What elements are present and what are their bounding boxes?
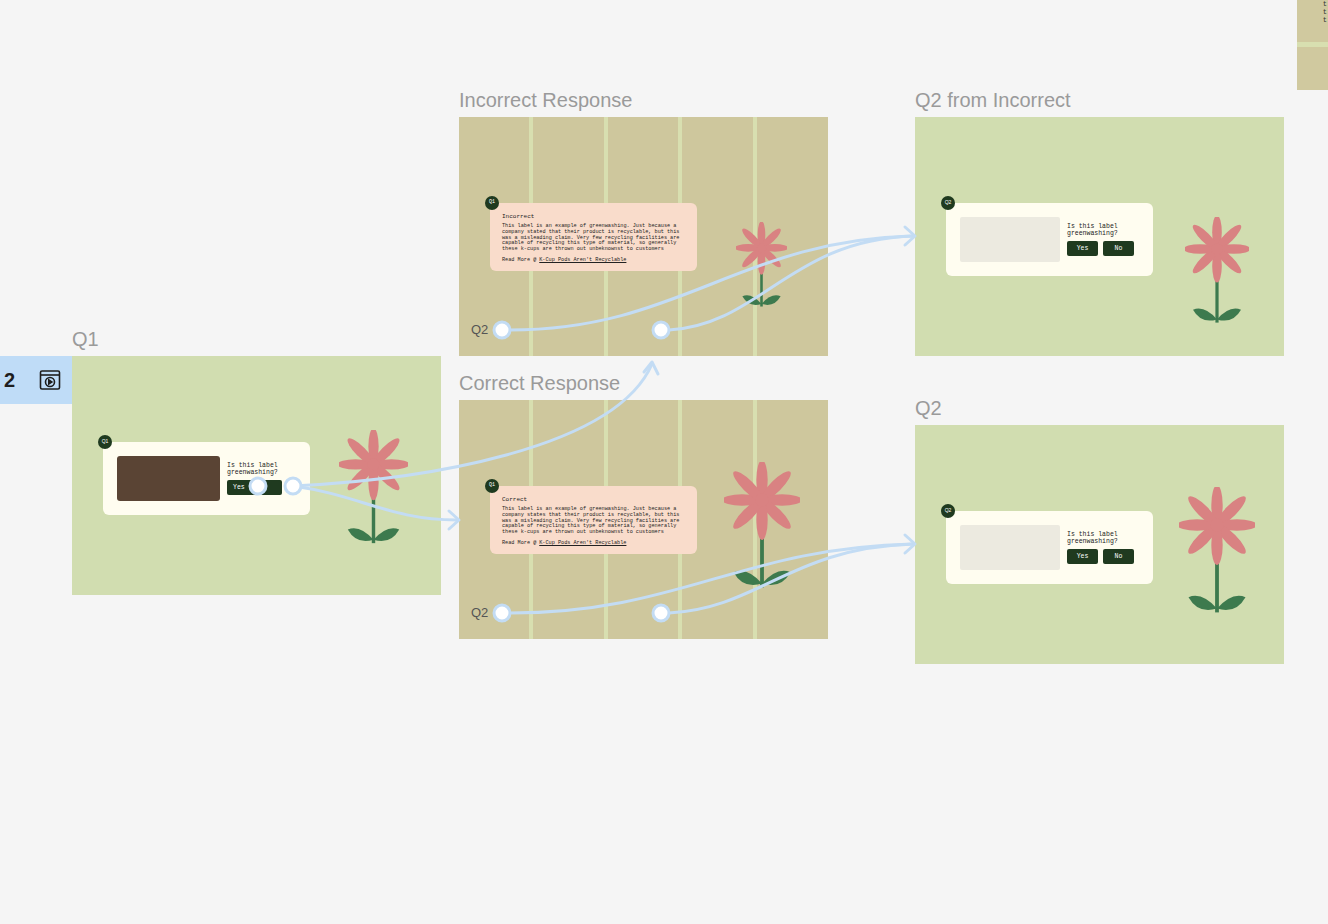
question-card: Q2Is this label greenwashing?YesNo bbox=[946, 203, 1153, 276]
response-body: This label is an example of greenwashing… bbox=[502, 507, 685, 536]
link-prefix: Read More @ bbox=[502, 540, 536, 546]
flower-icon bbox=[339, 430, 408, 550]
canvas[interactable]: 2 ttt Q1 Q1 Is this label greenwashing? Yes In… bbox=[0, 0, 1328, 924]
hotspot-icon[interactable] bbox=[250, 478, 266, 494]
flower-icon bbox=[736, 222, 787, 312]
question-badge: Q1 bbox=[485, 196, 499, 210]
flower-icon bbox=[1179, 487, 1255, 620]
answer-button[interactable]: Yes bbox=[1067, 549, 1098, 564]
prototype-frame[interactable]: Incorrect ResponseQ1IncorrectThis label … bbox=[459, 117, 828, 356]
flow-number: 2 bbox=[4, 365, 15, 395]
link-prefix: Read More @ bbox=[502, 257, 536, 263]
prototype-frame[interactable]: Q2Q2Is this label greenwashing?YesNo bbox=[915, 425, 1284, 664]
response-card: Q1IncorrectThis label is an example of g… bbox=[490, 203, 697, 271]
question-card: Q1Is this label greenwashing?Yes bbox=[103, 442, 310, 515]
response-heading: Incorrect bbox=[502, 213, 685, 220]
flower-icon bbox=[724, 462, 800, 595]
hotspot-icon[interactable] bbox=[653, 605, 669, 621]
next-label: Q2 bbox=[471, 322, 488, 338]
question-card: Q2Is this label greenwashing?YesNo bbox=[946, 511, 1153, 584]
hotspot-icon[interactable] bbox=[494, 322, 510, 338]
answer-button[interactable]: No bbox=[1103, 549, 1134, 564]
play-frame-icon bbox=[38, 368, 62, 392]
logo-collage bbox=[960, 525, 1060, 570]
edge-text: t bbox=[1323, 16, 1327, 24]
answer-button[interactable]: No bbox=[1103, 241, 1134, 256]
question-badge: Q1 bbox=[485, 479, 499, 493]
prototype-frame[interactable]: Q2 from IncorrectQ2Is this label greenwa… bbox=[915, 117, 1284, 356]
question-badge: Q1 bbox=[98, 435, 112, 449]
question-badge: Q2 bbox=[941, 504, 955, 518]
read-more-link[interactable]: K-Cup Pods Aren't Recyclable bbox=[539, 540, 626, 546]
question-text: Is this label greenwashing? bbox=[1067, 531, 1129, 545]
edge-text: t bbox=[1323, 0, 1327, 8]
hotspot-icon[interactable] bbox=[285, 478, 301, 494]
response-body: This label is an example of greenwashing… bbox=[502, 224, 685, 253]
flow-start-tag[interactable]: 2 bbox=[0, 356, 72, 404]
logo-collage bbox=[960, 217, 1060, 262]
next-label: Q2 bbox=[471, 605, 488, 621]
question-text: Is this label greenwashing? bbox=[1067, 223, 1129, 237]
edge-text: t bbox=[1323, 8, 1327, 16]
flower-icon bbox=[1185, 217, 1249, 329]
frame-label: Incorrect Response bbox=[459, 87, 632, 113]
edge-frame: ttt bbox=[1297, 0, 1328, 90]
question-text: Is this label greenwashing? bbox=[227, 462, 289, 476]
hotspot-icon[interactable] bbox=[494, 605, 510, 621]
prototype-connections bbox=[0, 0, 1328, 924]
answer-button[interactable]: Yes bbox=[1067, 241, 1098, 256]
frame-label: Correct Response bbox=[459, 370, 620, 396]
response-heading: Correct bbox=[502, 496, 685, 503]
frame-label: Q2 bbox=[915, 395, 942, 421]
prototype-frame[interactable]: Q1Q1Is this label greenwashing?Yes bbox=[72, 356, 441, 595]
hotspot-icon[interactable] bbox=[653, 322, 669, 338]
response-card: Q1CorrectThis label is an example of gre… bbox=[490, 486, 697, 554]
answer-button[interactable]: Yes bbox=[227, 480, 282, 495]
frame-label: Q2 from Incorrect bbox=[915, 87, 1071, 113]
frame-label: Q1 bbox=[72, 326, 99, 352]
prototype-frame[interactable]: Correct ResponseQ1CorrectThis label is a… bbox=[459, 400, 828, 639]
read-more-link[interactable]: K-Cup Pods Aren't Recyclable bbox=[539, 257, 626, 263]
question-badge: Q2 bbox=[941, 196, 955, 210]
product-photo bbox=[117, 456, 220, 501]
